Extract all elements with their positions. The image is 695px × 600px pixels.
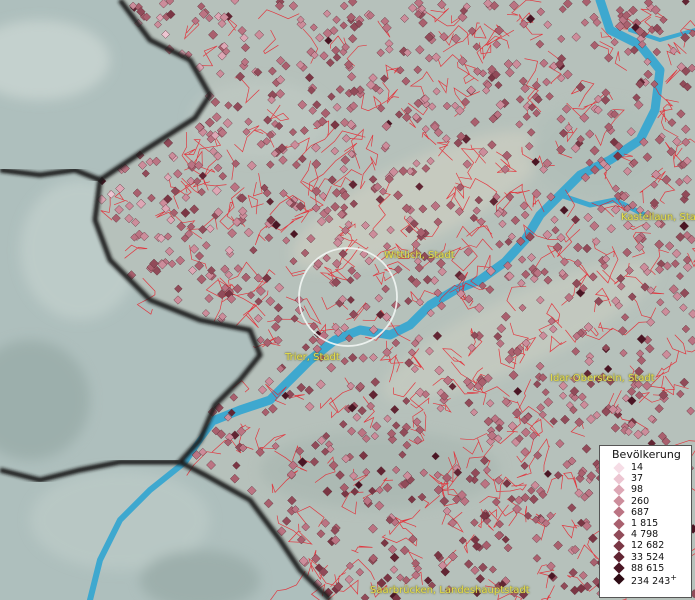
legend-row: 1 815 bbox=[600, 517, 691, 530]
legend-label: 14 bbox=[631, 462, 644, 474]
legend-row: 260 bbox=[600, 495, 691, 507]
legend-rows: 14 37 98 260 687 1 815 4 798 12 682 33 5… bbox=[600, 461, 691, 587]
legend-swatch bbox=[613, 461, 625, 474]
legend-swatch bbox=[613, 573, 625, 586]
legend-swatch bbox=[613, 484, 625, 496]
legend-title: Bevölkerung bbox=[612, 448, 681, 461]
legend-swatch bbox=[613, 562, 625, 574]
legend-row: 234 243+ bbox=[600, 572, 691, 587]
legend-row: 4 798 bbox=[600, 529, 691, 541]
legend-row: 14 bbox=[600, 461, 691, 474]
legend-label: 98 bbox=[631, 484, 644, 496]
legend-label: 234 243+ bbox=[631, 572, 677, 587]
map-canvas[interactable] bbox=[0, 0, 695, 600]
population-legend: Bevölkerung 14 37 98 260 687 1 815 4 798… bbox=[599, 445, 692, 598]
legend-label: 687 bbox=[631, 506, 650, 518]
legend-label: 4 798 bbox=[631, 529, 659, 541]
legend-swatch bbox=[613, 540, 625, 552]
legend-swatch bbox=[613, 506, 625, 519]
legend-swatch bbox=[613, 517, 625, 530]
city-label-wittlich[interactable]: Wittlich, Stadt bbox=[384, 250, 455, 261]
legend-label-plus: + bbox=[670, 572, 677, 582]
legend-swatch bbox=[613, 529, 625, 541]
legend-swatch bbox=[613, 495, 625, 507]
legend-label: 12 682 bbox=[631, 540, 665, 552]
legend-swatch bbox=[613, 473, 625, 485]
legend-label: 260 bbox=[631, 495, 650, 507]
legend-swatch bbox=[613, 551, 625, 563]
legend-row: 12 682 bbox=[600, 540, 691, 552]
legend-label: 37 bbox=[631, 473, 644, 485]
city-label-saarbruecken[interactable]: Saarbrücken, Landeshauptstadt bbox=[370, 585, 530, 596]
legend-row: 37 bbox=[600, 473, 691, 485]
legend-row: 98 bbox=[600, 484, 691, 496]
legend-label-text: 234 243 bbox=[631, 576, 671, 588]
city-label-kastellaun[interactable]: Kastellaun, Stadt bbox=[621, 212, 695, 223]
legend-row: 687 bbox=[600, 506, 691, 519]
map-view[interactable]: Wittlich, Stadt Trier, Stadt Kastellaun,… bbox=[0, 0, 695, 600]
city-label-trier[interactable]: Trier, Stadt bbox=[285, 352, 340, 363]
legend-label: 33 524 bbox=[631, 551, 665, 563]
legend-label: 1 815 bbox=[631, 518, 659, 530]
legend-row: 33 524 bbox=[600, 551, 691, 563]
city-label-idar-oberstein[interactable]: Idar-Oberstein, Stadt bbox=[550, 373, 655, 384]
